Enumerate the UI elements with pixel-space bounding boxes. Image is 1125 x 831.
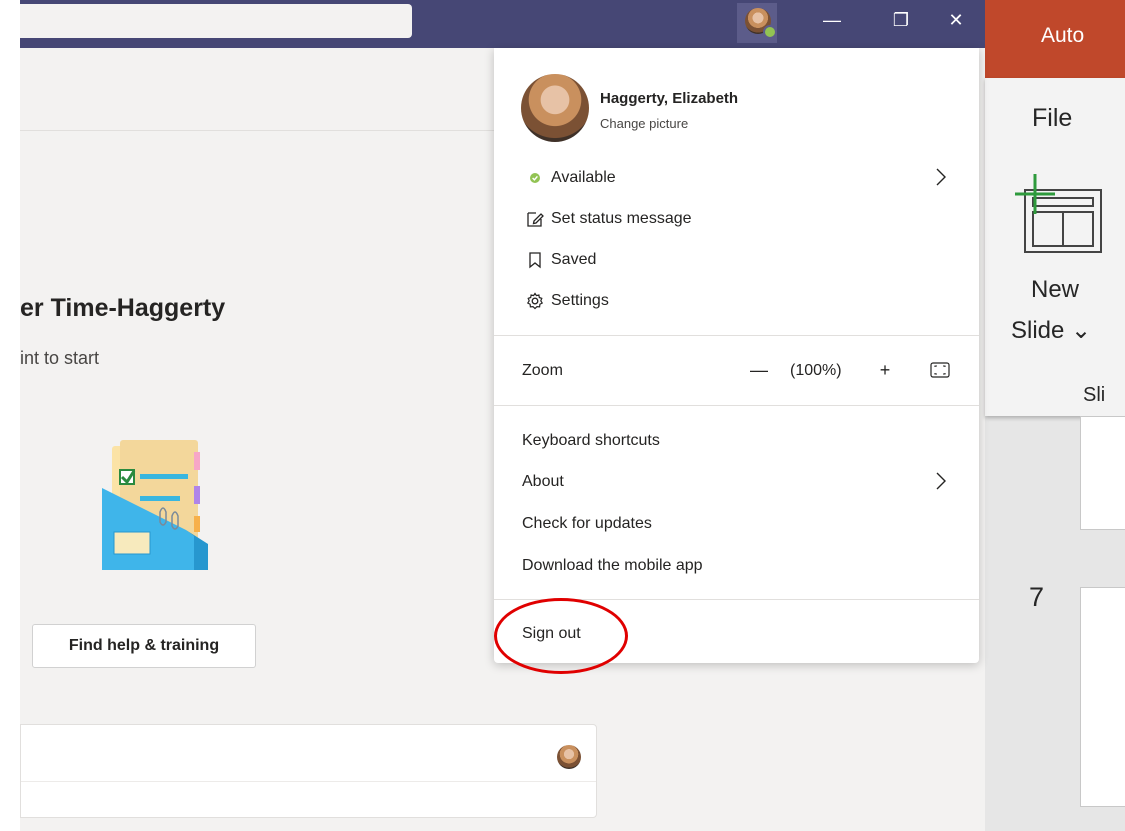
team-title: er Time-Haggerty: [20, 294, 226, 322]
settings-item[interactable]: Settings: [494, 281, 979, 321]
edit-note-icon: [527, 212, 544, 227]
settings-label: Settings: [551, 292, 609, 309]
close-button[interactable]: ✕: [941, 8, 971, 32]
file-tab[interactable]: File: [1032, 104, 1072, 133]
menu-divider: [494, 405, 979, 406]
check-for-updates-label: Check for updates: [522, 515, 652, 532]
zoom-out-button[interactable]: —: [748, 356, 770, 384]
minimize-button[interactable]: —: [817, 8, 847, 32]
new-slide-dropdown[interactable]: Slide ⌄: [1011, 316, 1091, 345]
about-label: About: [522, 473, 564, 490]
status-label: Available: [551, 169, 616, 186]
zoom-label: Zoom: [522, 362, 563, 379]
check-for-updates-item[interactable]: Check for updates: [494, 504, 979, 544]
header-divider: [20, 130, 495, 131]
status-available-item[interactable]: Available: [494, 158, 979, 198]
find-help-training-button[interactable]: Find help & training: [32, 624, 256, 668]
profile-name: Haggerty, Elizabeth: [600, 90, 739, 107]
zoom-in-button[interactable]: +: [874, 356, 896, 384]
saved-label: Saved: [551, 251, 597, 268]
bookmark-icon: [529, 252, 541, 269]
about-item[interactable]: About: [494, 462, 979, 502]
title-bar: — ❐ ✕: [20, 0, 985, 48]
new-slide-icon[interactable]: [1015, 174, 1105, 254]
powerpoint-title: Auto: [1041, 24, 1085, 47]
download-mobile-app-item[interactable]: Download the mobile app: [494, 546, 979, 586]
search-box[interactable]: [20, 4, 412, 38]
profile-avatar-button[interactable]: [737, 3, 777, 43]
menu-divider: [494, 335, 979, 336]
gear-icon: [526, 292, 544, 310]
slides-group-label: Sli: [1083, 384, 1106, 406]
change-picture-link[interactable]: Change picture: [600, 116, 688, 131]
slide-thumbnail[interactable]: [1080, 416, 1125, 530]
keyboard-shortcuts-item[interactable]: Keyboard shortcuts: [494, 421, 979, 461]
keyboard-shortcuts-label: Keyboard shortcuts: [522, 432, 660, 449]
slide-number: 7: [1029, 582, 1045, 612]
chevron-right-icon: [936, 472, 946, 490]
slide-thumbnail[interactable]: [1080, 587, 1125, 807]
saved-item[interactable]: Saved: [494, 240, 979, 280]
profile-picture[interactable]: [521, 74, 589, 142]
new-slide-label[interactable]: New: [1031, 276, 1079, 304]
chevron-right-icon: [936, 168, 946, 186]
status-available-icon: [530, 173, 540, 183]
restore-button[interactable]: ❐: [886, 8, 916, 32]
avatar: [557, 745, 581, 769]
annotation-circle: [494, 598, 628, 674]
powerpoint-window: Auto File New Slide ⌄ Sli 7: [985, 0, 1125, 831]
folder-illustration-icon: [102, 440, 208, 570]
powerpoint-title-bar: Auto: [985, 0, 1125, 78]
team-subtitle: int to start: [20, 348, 100, 368]
zoom-level: (100%): [790, 362, 842, 379]
fullscreen-icon[interactable]: [929, 360, 951, 380]
post-card-divider: [21, 781, 596, 782]
download-mobile-app-label: Download the mobile app: [522, 557, 703, 574]
status-available-icon: [763, 25, 777, 39]
set-status-message-label: Set status message: [551, 210, 692, 227]
profile-menu: Haggerty, Elizabeth Change picture Avail…: [494, 48, 979, 663]
set-status-message-item[interactable]: Set status message: [494, 199, 979, 239]
post-card: [20, 724, 597, 818]
